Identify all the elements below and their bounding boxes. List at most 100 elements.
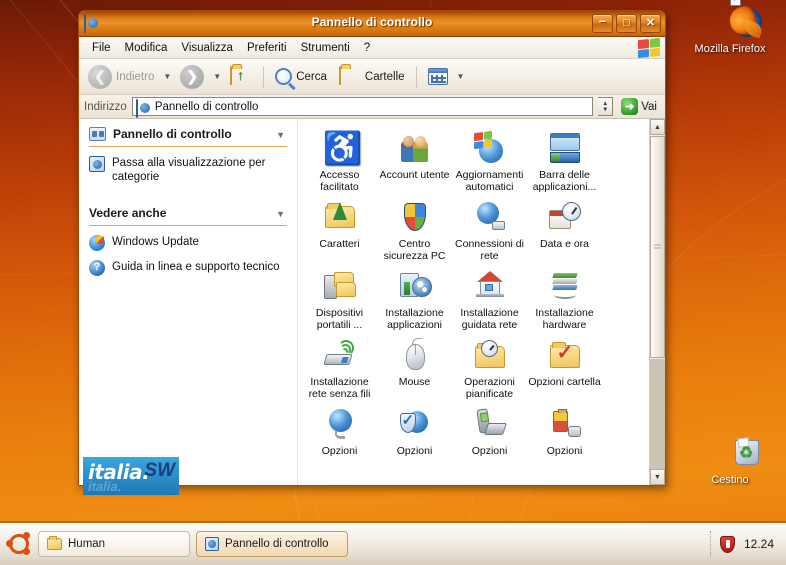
cp-item-label: Account utente	[379, 169, 450, 181]
menu-item-file[interactable]: File	[85, 40, 118, 56]
menu-item-visualizza[interactable]: Visualizza	[174, 40, 240, 56]
back-arrow-icon: ❮	[88, 64, 112, 89]
vertical-scrollbar[interactable]: ▲ ▼	[649, 119, 665, 485]
cp-item-label: Data e ora	[539, 238, 590, 250]
address-dropdown-icon[interactable]: ▲ ▼	[598, 97, 614, 116]
taskbar: Human Pannello di controllo 12.24	[0, 521, 786, 565]
scrollbar-track[interactable]	[650, 359, 665, 469]
window-titlebar[interactable]: Pannello di controllo – □ ✕	[79, 11, 665, 37]
taskbar-task-human[interactable]: Human	[38, 531, 190, 557]
address-input[interactable]: Pannello di controllo	[131, 97, 594, 118]
cp-item-internet-options[interactable]: Opzioni	[302, 403, 377, 457]
menu-item-strumenti[interactable]: Strumenti	[294, 40, 357, 56]
cp-item-network-setup-wizard[interactable]: Installazione guidata rete	[452, 265, 527, 331]
sidebar-item-windows-update[interactable]: Windows Update	[89, 235, 287, 251]
cp-item-folder-options[interactable]: ✓ Opzioni cartella	[527, 334, 602, 400]
taskbar-task-control-panel[interactable]: Pannello di controllo	[196, 531, 348, 557]
close-button[interactable]: ✕	[640, 14, 661, 33]
shortcut-arrow-icon	[730, 0, 741, 6]
sidebar-item-switch-category-view[interactable]: Passa alla visualizzazione per categorie	[89, 156, 287, 184]
views-dropdown-icon[interactable]: ▼	[455, 72, 467, 81]
chevron-down-icon[interactable]: ▼	[276, 130, 285, 140]
cp-item-power-options[interactable]: Opzioni	[527, 403, 602, 457]
phone-modem-icon	[452, 407, 527, 443]
watermark-logo: italia. SW italia.	[83, 457, 179, 495]
cp-item-label: Accesso facilitato	[319, 169, 360, 193]
maximize-button[interactable]: □	[616, 14, 637, 33]
cp-item-phone-modem-options[interactable]: Opzioni	[452, 403, 527, 457]
cp-item-wireless-network-setup[interactable]: Installazione rete senza fili	[302, 334, 377, 400]
cp-item-accessibility[interactable]: ♿ Accesso facilitato	[302, 127, 377, 193]
views-button[interactable]	[423, 65, 453, 88]
cp-item-label: Operazioni pianificate	[464, 376, 515, 400]
power-options-icon	[527, 407, 602, 443]
sidebar-panel-header-see-also[interactable]: Vedere anche ▼	[89, 206, 287, 226]
taskbar-task-label: Pannello di controllo	[225, 538, 329, 550]
chevron-down-icon[interactable]: ▼	[276, 209, 285, 219]
cp-item-automatic-updates[interactable]: Aggiornamenti automatici	[452, 127, 527, 193]
back-dropdown-icon[interactable]: ▼	[161, 72, 173, 81]
cp-item-security-center[interactable]: Centro sicurezza PC	[377, 196, 452, 262]
sidebar-item-label: Guida in linea e supporto tecnico	[112, 261, 280, 273]
user-accounts-icon	[377, 131, 452, 167]
go-button[interactable]: ➔ Vai	[618, 98, 660, 115]
scroll-up-button[interactable]: ▲	[650, 119, 665, 135]
scrollbar-thumb[interactable]	[650, 136, 665, 358]
window-body: Pannello di controllo ▼ Passa alla visua…	[79, 119, 665, 485]
security-shield-icon[interactable]	[719, 535, 735, 553]
cp-item-label: Installazione rete senza fili	[308, 376, 371, 400]
forward-arrow-icon: ❯	[180, 64, 205, 89]
cp-item-add-remove-programs[interactable]: Installazione applicazioni	[377, 265, 452, 331]
cp-item-taskbar[interactable]: Barra delle applicazioni...	[527, 127, 602, 193]
forward-dropdown-icon[interactable]: ▼	[211, 72, 223, 81]
cp-item-internet-options-2[interactable]: ✓ Opzioni	[377, 403, 452, 457]
menu-item-preferiti[interactable]: Preferiti	[240, 40, 294, 56]
up-folder-icon: ↑	[230, 65, 252, 87]
up-button[interactable]: ↑	[225, 64, 257, 90]
cp-item-date-time[interactable]: Data e ora	[527, 196, 602, 262]
folder-icon	[338, 65, 361, 87]
cp-item-scheduled-tasks[interactable]: Operazioni pianificate	[452, 334, 527, 400]
internet-options-icon	[302, 407, 377, 443]
sidebar-item-help-support[interactable]: Guida in linea e supporto tecnico	[89, 259, 287, 276]
minimize-button[interactable]: –	[592, 14, 613, 33]
add-remove-programs-icon	[377, 269, 452, 305]
desktop-icon-label: Mozilla Firefox	[694, 43, 766, 55]
sidebar-panel-header[interactable]: Pannello di controllo ▼	[89, 127, 287, 147]
desktop-icon-recycle-bin[interactable]: ♻ Cestino	[688, 437, 772, 486]
mouse-icon	[377, 338, 452, 374]
scroll-down-button[interactable]: ▼	[650, 469, 665, 485]
address-value: Pannello di controllo	[154, 100, 259, 113]
firefox-icon	[688, 0, 772, 40]
sidebar-panel-title: Pannello di controllo	[113, 127, 232, 141]
ubuntu-logo-icon[interactable]	[6, 531, 32, 557]
taskbar-icon	[527, 131, 602, 167]
cp-item-label: Centro sicurezza PC	[383, 238, 446, 262]
search-button[interactable]: Cerca	[270, 65, 332, 88]
system-tray: 12.24	[709, 531, 780, 557]
cp-item-user-accounts[interactable]: Account utente	[377, 127, 452, 193]
control-panel-icon-grid: ♿ Accesso facilitato Account utente Aggi…	[302, 127, 665, 457]
desktop-icon-firefox[interactable]: Mozilla Firefox	[688, 0, 772, 55]
cp-item-network-connections[interactable]: Connessioni di rete	[452, 196, 527, 262]
toolbar: ❮ Indietro ▼ ❯ ▼ ↑ Cerca Cartelle ▼	[79, 59, 665, 95]
cp-item-fonts[interactable]: Caratteri	[302, 196, 377, 262]
taskbar-clock[interactable]: 12.24	[744, 537, 780, 551]
back-button[interactable]: ❮ Indietro	[83, 62, 159, 92]
network-setup-wizard-icon	[452, 269, 527, 305]
cp-item-label: Installazione applicazioni	[385, 307, 444, 331]
cp-item-label: Opzioni	[546, 445, 583, 457]
menu-item-modifica[interactable]: Modifica	[118, 40, 175, 56]
folders-button[interactable]: Cartelle	[334, 64, 410, 90]
cp-item-mouse[interactable]: Mouse	[377, 334, 452, 400]
help-icon	[89, 259, 105, 276]
desktop-icon-label: Cestino	[711, 474, 749, 486]
cp-item-add-hardware[interactable]: Installazione hardware	[527, 265, 602, 331]
cp-item-portable-devices[interactable]: Dispositivi portatili ...	[302, 265, 377, 331]
forward-button[interactable]: ❯	[175, 62, 209, 92]
menu-item-help[interactable]: ?	[357, 40, 377, 56]
cp-item-label: Opzioni	[321, 445, 358, 457]
category-view-icon	[89, 156, 105, 172]
control-panel-icon	[205, 537, 219, 551]
